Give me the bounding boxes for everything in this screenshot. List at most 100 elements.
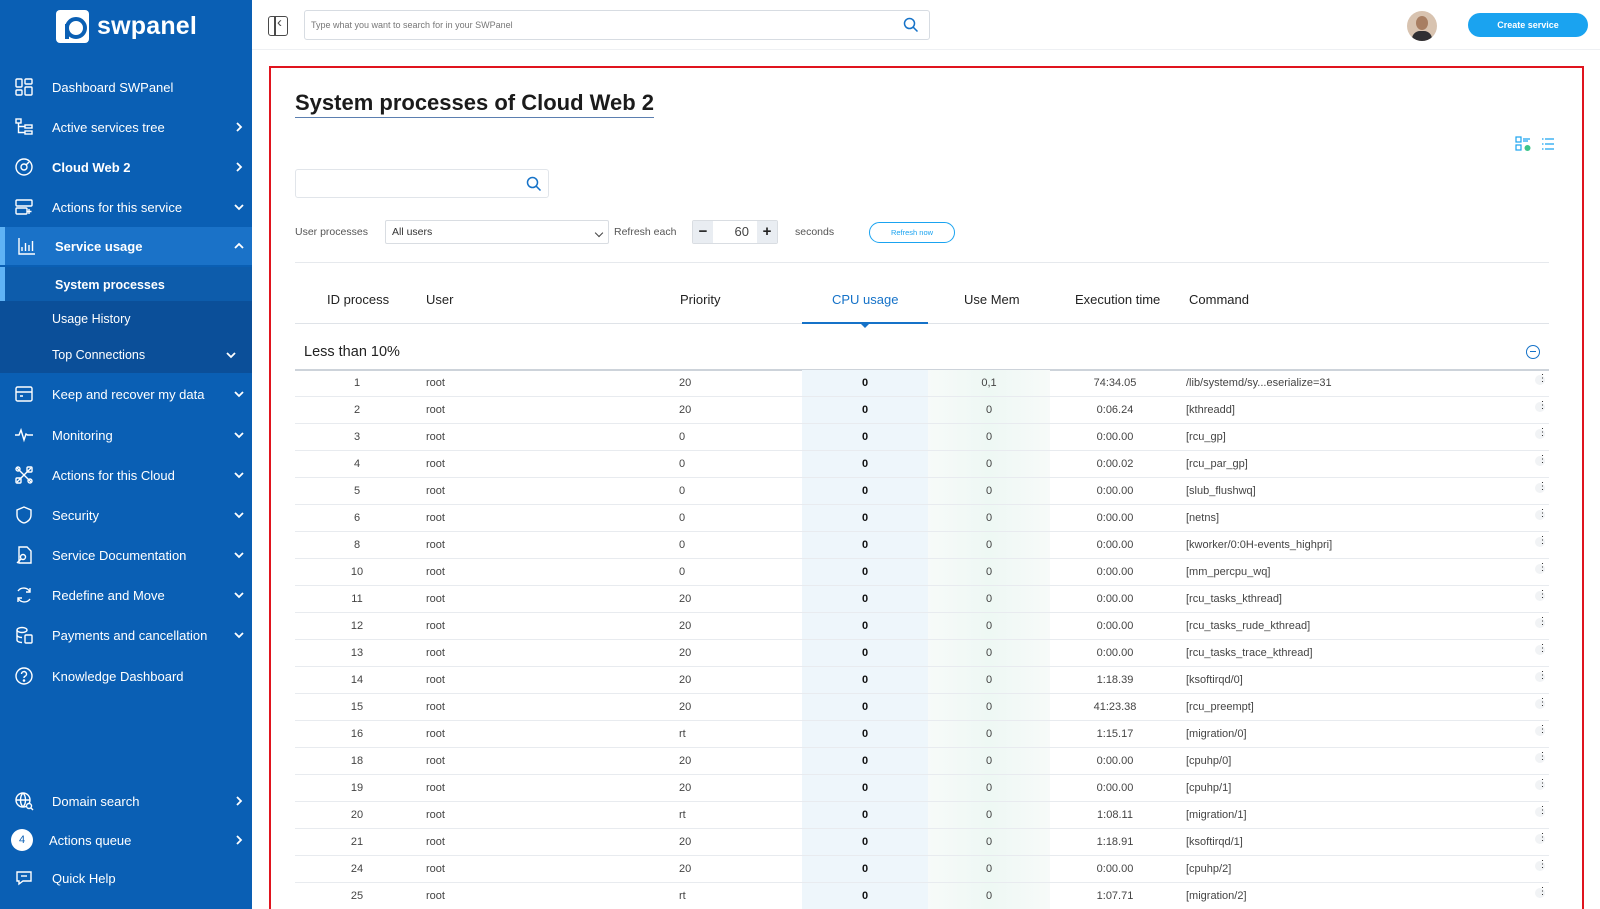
grid-view-icon[interactable] xyxy=(1515,136,1531,152)
table-row[interactable]: 13 root 20 0 0 0:00.00 [rcu_tasks_trace_kthrea… xyxy=(295,640,1549,667)
table-row[interactable]: 20 root rt 0 0 1:08.11 [migration/1] xyxy=(295,802,1549,829)
column-header-time[interactable]: Execution time xyxy=(1075,292,1160,307)
row-menu-icon[interactable] xyxy=(1535,643,1548,655)
dashboard-icon xyxy=(13,76,35,98)
sidebar-item-label: Monitoring xyxy=(52,427,113,443)
table-row[interactable]: 16 root rt 0 0 1:15.17 [migration/0] xyxy=(295,721,1549,748)
sidebar-subitem-top-connections[interactable]: Top Connections xyxy=(0,337,252,373)
sidebar-item-active-services-tree[interactable]: Active services tree xyxy=(0,107,252,147)
table-row[interactable]: 12 root 20 0 0 0:00.00 [rcu_tasks_rude_kthread… xyxy=(295,613,1549,640)
global-search-input[interactable] xyxy=(311,11,891,39)
table-row[interactable]: 6 root 0 0 0 0:00.00 [netns] xyxy=(295,505,1549,532)
cell-id: 14 xyxy=(350,674,364,686)
column-header-priority[interactable]: Priority xyxy=(680,292,720,307)
row-menu-icon[interactable] xyxy=(1535,886,1548,898)
swpanel-logo[interactable]: swpanel xyxy=(56,9,197,43)
user-select[interactable]: All users xyxy=(385,220,609,244)
increment-button[interactable]: + xyxy=(757,221,777,243)
user-avatar[interactable] xyxy=(1407,11,1437,41)
cell-command: [rcu_gp] xyxy=(1186,431,1226,443)
sidebar-item-label: Dashboard SWPanel xyxy=(52,79,174,95)
sidebar-item-service-documentation[interactable]: Service Documentation xyxy=(0,535,252,575)
table-row[interactable]: 14 root 20 0 0 1:18.39 [ksoftirqd/0] xyxy=(295,667,1549,694)
row-menu-icon[interactable] xyxy=(1535,589,1548,601)
table-row[interactable]: 1 root 20 0 0,1 74:34.05/lib/systemd/sy...ese… xyxy=(295,370,1549,397)
sidebar-item-actions-for-this-cloud[interactable]: Actions for this Cloud xyxy=(0,455,252,495)
sidebar-item-domain-search[interactable]: Domain search xyxy=(0,781,252,821)
table-row[interactable]: 11 root 20 0 0 0:00.00 [rcu_tasks_kthread] xyxy=(295,586,1549,613)
process-filter[interactable] xyxy=(295,169,549,198)
table-row[interactable]: 15 root 20 0 0 41:23.38 [rcu_preempt] xyxy=(295,694,1549,721)
collapse-group-icon[interactable] xyxy=(1526,345,1540,359)
list-view-icon[interactable] xyxy=(1541,136,1555,152)
sidebar-item-actions-queue[interactable]: 4 Actions queue xyxy=(0,820,252,860)
cell-time: 0:00.00 xyxy=(1096,539,1134,551)
sidebar-item-payments-and-cancellation[interactable]: Payments and cancellation xyxy=(0,615,252,655)
column-header-user[interactable]: User xyxy=(426,292,453,307)
table-row[interactable]: 18 root 20 0 0 0:00.00 [cpuhp/0] xyxy=(295,748,1549,775)
cell-id: 15 xyxy=(350,701,364,713)
table-row[interactable]: 3 root 0 0 0 0:00.00 [rcu_gp] xyxy=(295,424,1549,451)
row-menu-icon[interactable] xyxy=(1535,400,1548,412)
table-row[interactable]: 24 root 20 0 0 0:00.00 [cpuhp/2] xyxy=(295,856,1549,883)
sidebar-item-security[interactable]: Security xyxy=(0,495,252,535)
collapse-sidebar-icon[interactable] xyxy=(268,14,288,36)
column-header-mem[interactable]: Use Mem xyxy=(964,292,1020,307)
cell-command: [cpuhp/1] xyxy=(1186,782,1232,794)
row-menu-icon[interactable] xyxy=(1535,454,1548,466)
table-row[interactable]: 25 root rt 0 0 1:07.71 [migration/2] xyxy=(295,883,1549,909)
sidebar-item-service-usage[interactable]: Service usage xyxy=(0,227,252,265)
search-icon[interactable] xyxy=(526,176,542,192)
row-menu-icon[interactable] xyxy=(1535,832,1548,844)
backup-icon xyxy=(13,383,35,405)
table-row[interactable]: 19 root 20 0 0 0:00.00 [cpuhp/1] xyxy=(295,775,1549,802)
row-menu-icon[interactable] xyxy=(1535,670,1548,682)
sidebar-item-dashboard[interactable]: Dashboard SWPanel xyxy=(0,67,252,107)
cell-user: root xyxy=(426,755,445,767)
row-menu-icon[interactable] xyxy=(1535,805,1548,817)
table-row[interactable]: 4 root 0 0 0 0:00.02 [rcu_par_gp] xyxy=(295,451,1549,478)
cell-cpu: 0 xyxy=(861,431,869,443)
row-menu-icon[interactable] xyxy=(1535,697,1548,709)
table-row[interactable]: 21 root 20 0 0 1:18.91 [ksoftirqd/1] xyxy=(295,829,1549,856)
row-menu-icon[interactable] xyxy=(1535,616,1548,628)
row-menu-icon[interactable] xyxy=(1535,859,1548,871)
row-menu-icon[interactable] xyxy=(1535,508,1548,520)
row-menu-icon[interactable] xyxy=(1535,724,1548,736)
sidebar-item-monitoring[interactable]: Monitoring xyxy=(0,415,252,455)
cell-id: 5 xyxy=(353,485,361,497)
row-menu-icon[interactable] xyxy=(1535,373,1548,385)
row-menu-icon[interactable] xyxy=(1535,778,1548,790)
sidebar-item-redefine-and-move[interactable]: Redefine and Move xyxy=(0,575,252,615)
create-service-button[interactable]: Create service xyxy=(1468,13,1588,37)
cell-id: 21 xyxy=(350,836,364,848)
sidebar-item-quick-help[interactable]: Quick Help xyxy=(0,858,252,898)
row-menu-icon[interactable] xyxy=(1535,751,1548,763)
row-menu-icon[interactable] xyxy=(1535,562,1548,574)
row-menu-icon[interactable] xyxy=(1535,481,1548,493)
row-menu-icon[interactable] xyxy=(1535,535,1548,547)
table-row[interactable]: 2 root 20 0 0 0:06.24 [kthreadd] xyxy=(295,397,1549,424)
cell-priority: 20 xyxy=(679,836,692,848)
table-row[interactable]: 8 root 0 0 0 0:00.00 [kworker/0:0H-events_high… xyxy=(295,532,1549,559)
sidebar-subitem-label: System processes xyxy=(55,278,165,292)
sidebar-subitem-system-processes[interactable]: System processes xyxy=(0,267,252,303)
column-header-cpu[interactable]: CPU usage xyxy=(832,292,898,307)
column-header-command[interactable]: Command xyxy=(1189,292,1249,307)
table-row[interactable]: 10 root 0 0 0 0:00.00 [mm_percpu_wq] xyxy=(295,559,1549,586)
cell-command: [kworker/0:0H-events_highpri] xyxy=(1186,539,1333,551)
sidebar-item-knowledge-dashboard[interactable]: Knowledge Dashboard xyxy=(0,656,252,696)
column-header-id[interactable]: ID process xyxy=(327,292,389,307)
search-icon[interactable] xyxy=(903,17,919,33)
decrement-button[interactable]: − xyxy=(693,221,713,243)
sidebar-item-keep-and-recover[interactable]: Keep and recover my data xyxy=(0,374,252,414)
sidebar-item-actions-for-this-service[interactable]: Actions for this service xyxy=(0,187,252,227)
sidebar-subitem-usage-history[interactable]: Usage History xyxy=(0,301,252,337)
cell-command: [slub_flushwq] xyxy=(1186,485,1256,497)
cell-priority: 0 xyxy=(679,539,686,551)
refresh-interval-value[interactable]: 60 xyxy=(717,224,749,239)
sidebar-item-cloud-web-2[interactable]: Cloud Web 2 xyxy=(0,147,252,187)
row-menu-icon[interactable] xyxy=(1535,427,1548,439)
refresh-now-button[interactable]: Refresh now xyxy=(869,222,955,243)
table-row[interactable]: 5 root 0 0 0 0:00.00 [slub_flushwq] xyxy=(295,478,1549,505)
